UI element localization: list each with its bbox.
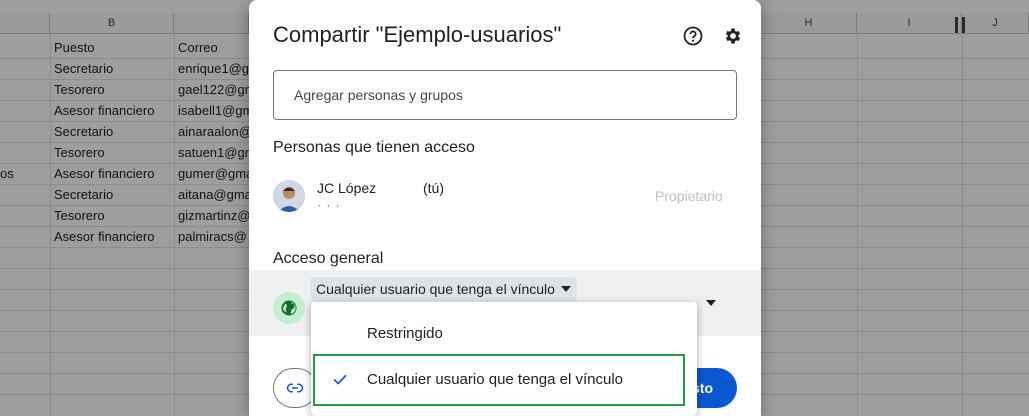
general-access-value: Cualquier usuario que tenga el vínculo — [316, 281, 555, 297]
owner-name: JC López — [317, 180, 377, 196]
general-access-title: Acceso general — [273, 250, 384, 267]
owner-you-label: (tú) — [423, 180, 444, 196]
access-dropdown-menu: Restringido Cualquier usuario que tenga … — [311, 302, 697, 416]
menu-option-anyone-with-link[interactable]: Cualquier usuario que tenga el vínculo — [313, 354, 685, 406]
menu-option-label: Restringido — [367, 325, 443, 342]
gear-icon[interactable] — [722, 25, 744, 47]
dialog-title: Compartir "Ejemplo-usuarios" — [273, 22, 562, 47]
owner-email: · · · — [317, 198, 341, 212]
caret-down-icon — [560, 286, 571, 292]
menu-option-label: Cualquier usuario que tenga el vínculo — [367, 371, 624, 388]
add-people-input[interactable] — [273, 70, 737, 120]
check-icon — [333, 374, 347, 385]
globe-icon — [273, 292, 305, 324]
caret-down-icon[interactable] — [706, 300, 716, 306]
help-icon[interactable] — [682, 25, 704, 47]
people-section-title: Personas que tienen acceso — [273, 139, 475, 156]
avatar — [273, 180, 305, 212]
link-icon — [286, 383, 304, 393]
menu-option-restricted[interactable]: Restringido — [311, 310, 697, 358]
general-access-select[interactable]: Cualquier usuario que tenga el vínculo — [310, 277, 577, 301]
owner-role: Propietario — [655, 188, 723, 204]
